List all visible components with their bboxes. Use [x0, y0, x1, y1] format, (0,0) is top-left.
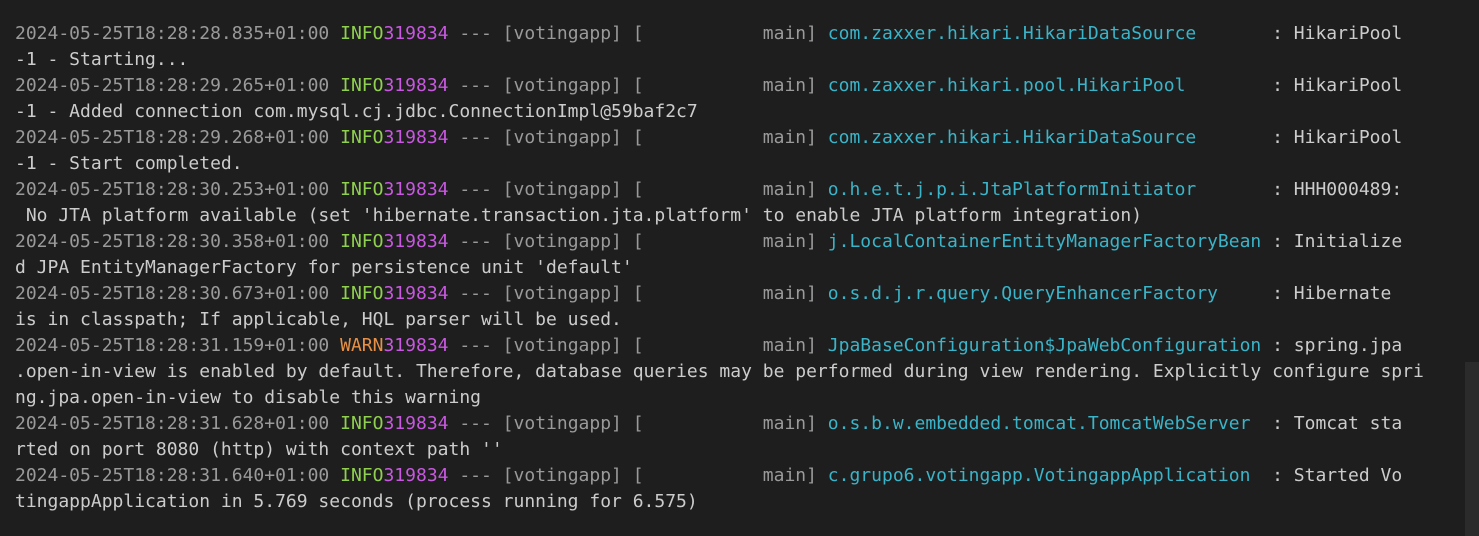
- log-thread: --- [votingapp] [ main]: [448, 413, 828, 434]
- log-thread: --- [votingapp] [ main]: [448, 335, 828, 356]
- log-logger-name: c.grupo6.votingapp.VotingappApplication: [827, 465, 1262, 486]
- log-thread: --- [votingapp] [ main]: [448, 127, 828, 148]
- log-line: 2024-05-25T18:28:28.835+01:00 INFO319834…: [15, 21, 1447, 47]
- log-timestamp: 2024-05-25T18:28:29.268+01:00: [15, 127, 330, 148]
- log-line: 2024-05-25T18:28:30.358+01:00 INFO319834…: [15, 229, 1447, 255]
- log-timestamp: 2024-05-25T18:28:30.253+01:00: [15, 179, 330, 200]
- log-message: : HikariPool: [1261, 75, 1403, 96]
- log-continuation-text: d JPA EntityManagerFactory for persisten…: [15, 257, 633, 278]
- log-level: INFO: [329, 283, 384, 304]
- log-logger-name: o.h.e.t.j.p.i.JtaPlatformInitiator: [827, 179, 1262, 200]
- log-logger-name: o.s.d.j.r.query.QueryEnhancerFactory: [827, 283, 1262, 304]
- log-thread: --- [votingapp] [ main]: [448, 231, 828, 252]
- log-message: : Started Vo: [1261, 465, 1403, 486]
- log-pid: 319834: [383, 283, 449, 304]
- log-pid: 319834: [383, 179, 449, 200]
- log-line: 2024-05-25T18:28:31.640+01:00 INFO319834…: [15, 463, 1447, 489]
- log-continuation-text: is in classpath; If applicable, HQL pars…: [15, 309, 622, 330]
- log-timestamp: 2024-05-25T18:28:28.835+01:00: [15, 23, 330, 44]
- log-level: INFO: [329, 75, 384, 96]
- vertical-scrollbar[interactable]: [1465, 362, 1479, 536]
- log-level: INFO: [329, 127, 384, 148]
- log-line: ng.jpa.open-in-view to disable this warn…: [15, 385, 1447, 411]
- log-message: : spring.jpa: [1261, 335, 1403, 356]
- log-line: 2024-05-25T18:28:30.253+01:00 INFO319834…: [15, 177, 1447, 203]
- log-logger-name: JpaBaseConfiguration$JpaWebConfiguration: [827, 335, 1262, 356]
- log-level: INFO: [329, 413, 384, 434]
- log-line: 2024-05-25T18:28:29.265+01:00 INFO319834…: [15, 73, 1447, 99]
- log-logger-name: o.s.b.w.embedded.tomcat.TomcatWebServer: [827, 413, 1262, 434]
- log-level: WARN: [329, 335, 384, 356]
- log-timestamp: 2024-05-25T18:28:30.673+01:00: [15, 283, 330, 304]
- terminal-output[interactable]: 2024-05-25T18:28:28.835+01:00 INFO319834…: [0, 0, 1479, 536]
- log-logger-name: com.zaxxer.hikari.HikariDataSource: [827, 23, 1262, 44]
- log-pid: 319834: [383, 465, 449, 486]
- log-level: INFO: [329, 179, 384, 200]
- log-line: 2024-05-25T18:28:31.159+01:00 WARN319834…: [15, 333, 1447, 359]
- log-continuation-text: -1 - Added connection com.mysql.cj.jdbc.…: [15, 101, 698, 122]
- log-timestamp: 2024-05-25T18:28:29.265+01:00: [15, 75, 330, 96]
- log-continuation-text: -1 - Start completed.: [15, 153, 243, 174]
- log-level: INFO: [329, 465, 384, 486]
- log-timestamp: 2024-05-25T18:28:31.628+01:00: [15, 413, 330, 434]
- log-continuation-text: -1 - Starting...: [15, 49, 189, 70]
- log-logger-name: com.zaxxer.hikari.HikariDataSource: [827, 127, 1262, 148]
- log-line: 2024-05-25T18:28:31.628+01:00 INFO319834…: [15, 411, 1447, 437]
- log-line: .open-in-view is enabled by default. The…: [15, 359, 1447, 385]
- log-line: rted on port 8080 (http) with context pa…: [15, 437, 1447, 463]
- log-logger-name: j.LocalContainerEntityManagerFactoryBean: [827, 231, 1262, 252]
- log-timestamp: 2024-05-25T18:28:31.640+01:00: [15, 465, 330, 486]
- log-continuation-text: rted on port 8080 (http) with context pa…: [15, 439, 503, 460]
- log-pid: 319834: [383, 127, 449, 148]
- log-thread: --- [votingapp] [ main]: [448, 75, 828, 96]
- log-output: 2024-05-25T18:28:28.835+01:00 INFO319834…: [15, 21, 1447, 515]
- log-pid: 319834: [383, 23, 449, 44]
- log-pid: 319834: [383, 413, 449, 434]
- log-thread: --- [votingapp] [ main]: [448, 179, 828, 200]
- log-message: : HHH000489:: [1261, 179, 1403, 200]
- log-message: : HikariPool: [1261, 23, 1403, 44]
- log-level: INFO: [329, 23, 384, 44]
- log-line: -1 - Added connection com.mysql.cj.jdbc.…: [15, 99, 1447, 125]
- log-timestamp: 2024-05-25T18:28:30.358+01:00: [15, 231, 330, 252]
- log-line: 2024-05-25T18:28:29.268+01:00 INFO319834…: [15, 125, 1447, 151]
- log-continuation-text: No JTA platform available (set 'hibernat…: [15, 205, 1143, 226]
- log-line: d JPA EntityManagerFactory for persisten…: [15, 255, 1447, 281]
- log-thread: --- [votingapp] [ main]: [448, 283, 828, 304]
- log-continuation-text: ng.jpa.open-in-view to disable this warn…: [15, 387, 481, 408]
- log-message: : Tomcat sta: [1261, 413, 1403, 434]
- log-thread: --- [votingapp] [ main]: [448, 465, 828, 486]
- log-thread: --- [votingapp] [ main]: [448, 23, 828, 44]
- log-line: is in classpath; If applicable, HQL pars…: [15, 307, 1447, 333]
- log-message: : Initialize: [1261, 231, 1403, 252]
- log-pid: 319834: [383, 335, 449, 356]
- log-logger-name: com.zaxxer.hikari.pool.HikariPool: [827, 75, 1262, 96]
- log-pid: 319834: [383, 231, 449, 252]
- log-line: -1 - Start completed.: [15, 151, 1447, 177]
- log-line: 2024-05-25T18:28:30.673+01:00 INFO319834…: [15, 281, 1447, 307]
- log-level: INFO: [329, 231, 384, 252]
- log-line: -1 - Starting...: [15, 47, 1447, 73]
- log-message: : HikariPool: [1261, 127, 1403, 148]
- log-line: tingappApplication in 5.769 seconds (pro…: [15, 489, 1447, 515]
- log-line: No JTA platform available (set 'hibernat…: [15, 203, 1447, 229]
- log-continuation-text: .open-in-view is enabled by default. The…: [15, 361, 1424, 382]
- log-message: : Hibernate: [1261, 283, 1403, 304]
- log-pid: 319834: [383, 75, 449, 96]
- log-continuation-text: tingappApplication in 5.769 seconds (pro…: [15, 491, 698, 512]
- log-timestamp: 2024-05-25T18:28:31.159+01:00: [15, 335, 330, 356]
